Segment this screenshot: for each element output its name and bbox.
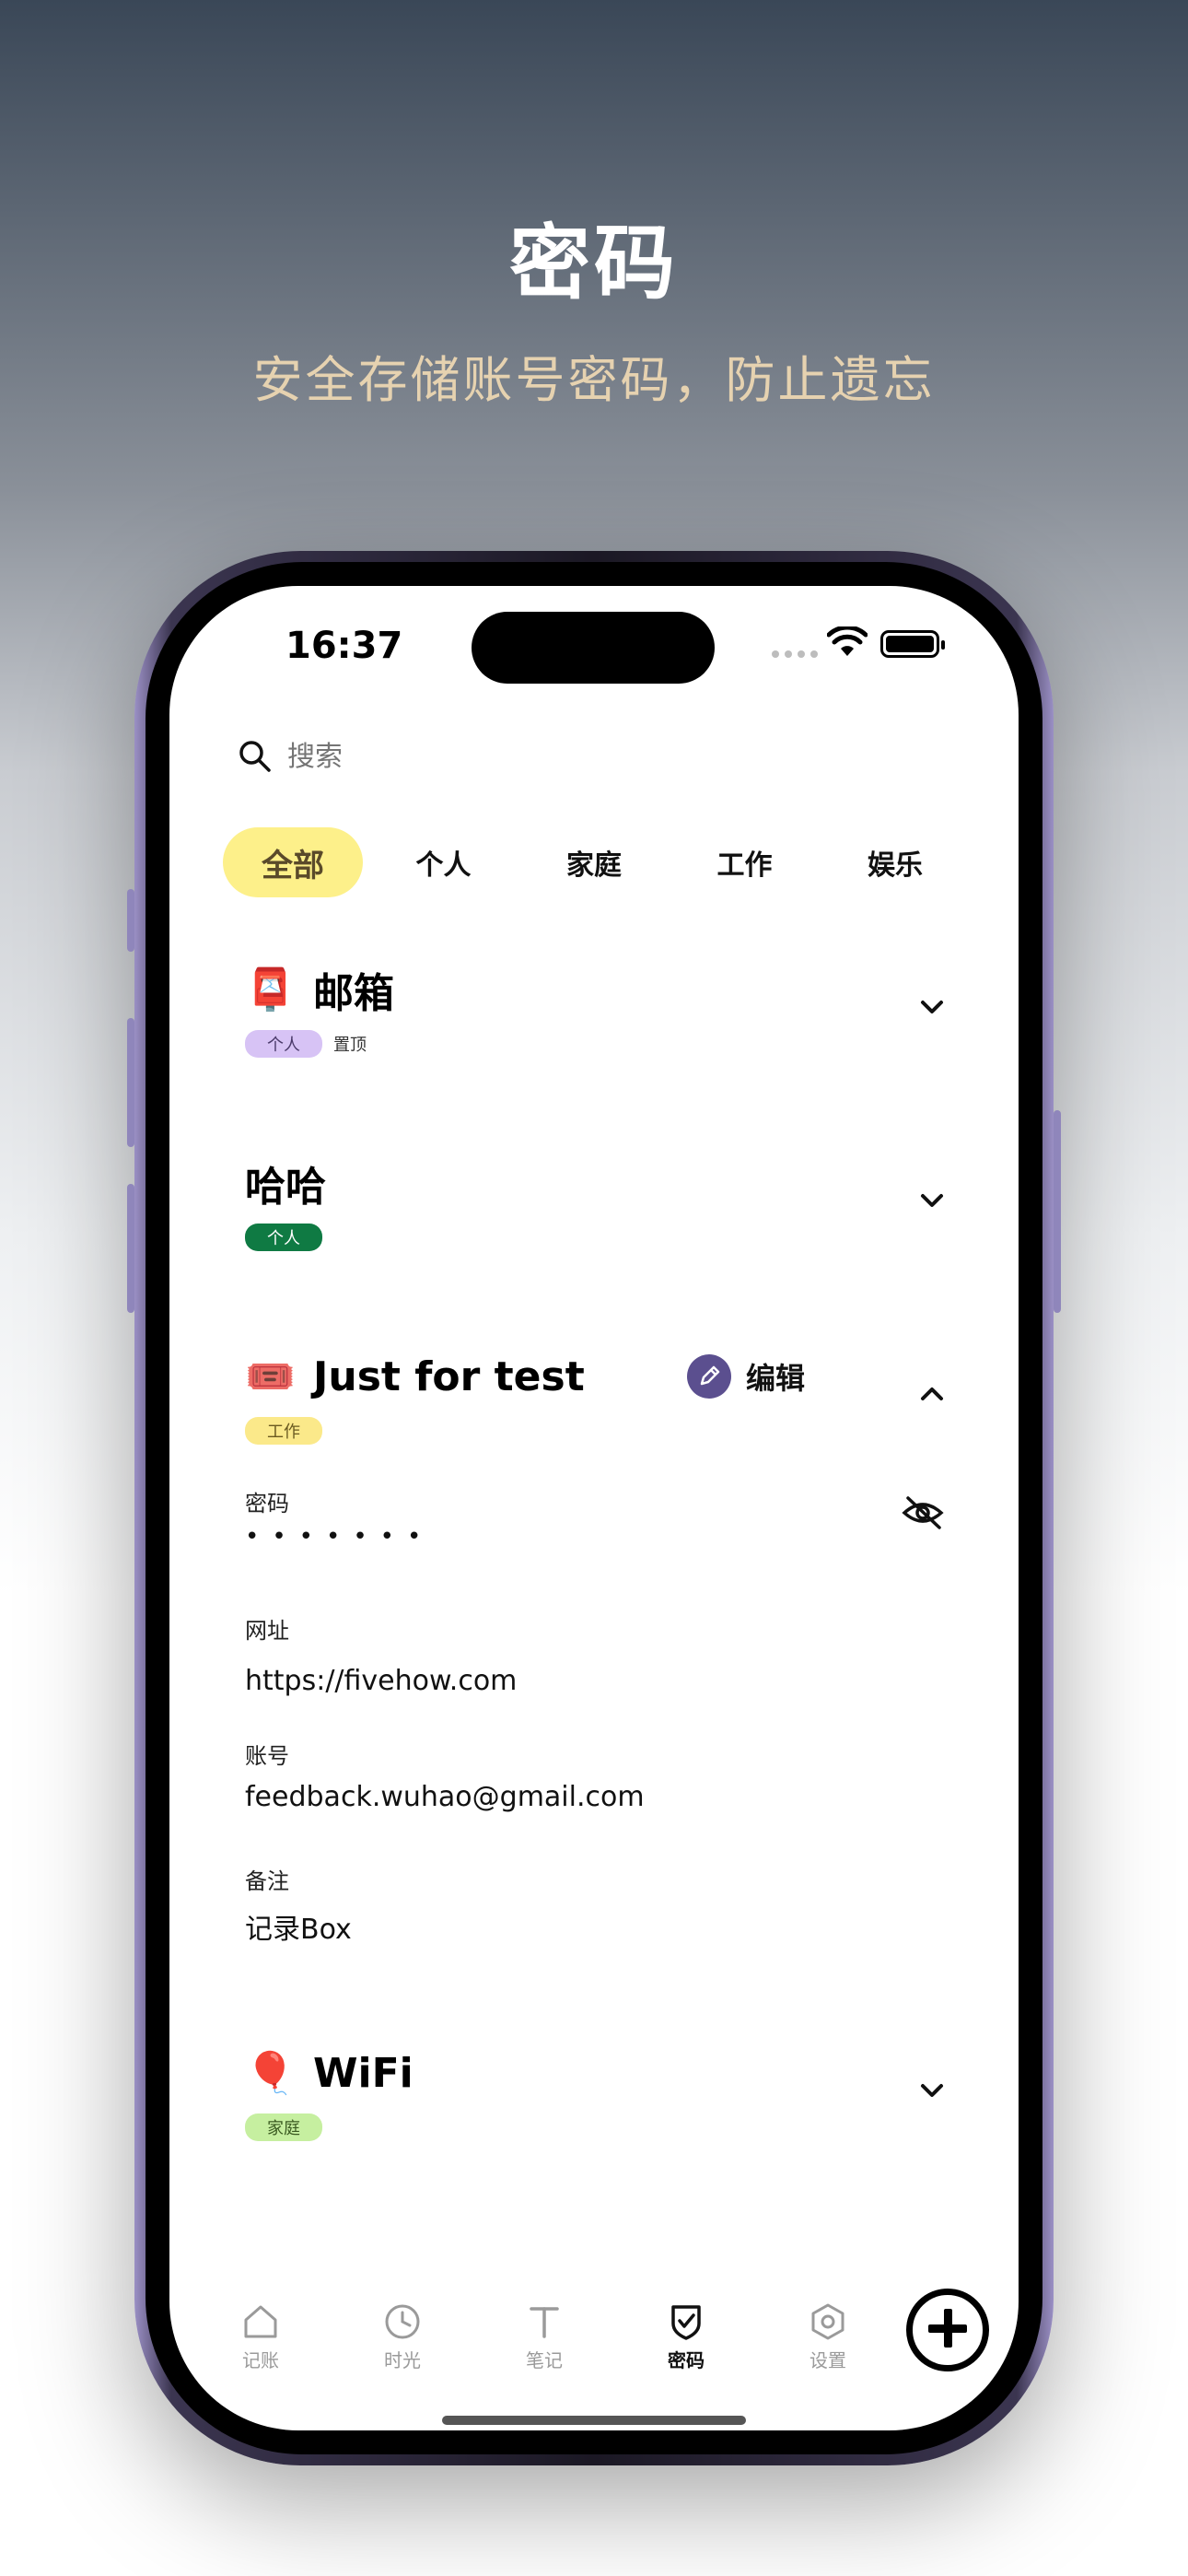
entry-card-wifi[interactable]: 🎈 WiFi 家庭 <box>245 2045 945 2141</box>
category-tag: 家庭 <box>245 2113 322 2141</box>
status-time: 16:37 <box>285 625 403 667</box>
wifi-icon <box>827 626 868 656</box>
tabbar-item-passwords[interactable]: 密码 <box>645 2301 728 2372</box>
ticket-icon: 🎟️ <box>245 1353 296 1400</box>
category-tag: 工作 <box>245 1417 322 1445</box>
shield-check-icon <box>671 2305 701 2340</box>
cellular-icon <box>772 650 818 658</box>
url-value[interactable]: https://fivehow.com <box>245 1665 517 1697</box>
entry-card-email[interactable]: 📮 邮箱 个人 置顶 <box>245 962 945 1058</box>
tab-personal[interactable]: 个人 <box>374 827 514 897</box>
tab-family[interactable]: 家庭 <box>524 827 664 897</box>
entry-title: 哈哈 <box>245 1164 326 1211</box>
note-label: 备注 <box>245 1868 289 1894</box>
home-indicator <box>442 2416 746 2425</box>
power-button <box>1054 1110 1061 1313</box>
entry-title: Just for test <box>313 1352 585 1400</box>
account-value[interactable]: feedback.wuhao@gmail.com <box>245 1781 645 1813</box>
tab-entertainment[interactable]: 娱乐 <box>825 827 965 897</box>
chevron-up-icon[interactable] <box>919 1386 945 1402</box>
eye-off-icon[interactable] <box>901 1494 945 1531</box>
volume-up-button <box>127 1018 134 1147</box>
battery-icon <box>880 630 945 658</box>
tab-all[interactable]: 全部 <box>223 827 363 897</box>
dynamic-island <box>472 612 715 684</box>
action-button <box>127 889 134 952</box>
entry-card-haha[interactable]: 哈哈 个人 <box>245 1155 945 1251</box>
password-label: 密码 <box>245 1491 289 1516</box>
text-icon <box>530 2307 559 2338</box>
password-value: ••••••• <box>245 1523 435 1551</box>
chevron-down-icon[interactable] <box>919 2082 945 2099</box>
tabbar-label: 密码 <box>668 2349 705 2371</box>
category-tag: 个人 <box>245 1030 322 1058</box>
hexagon-settings-icon <box>811 2303 844 2340</box>
tabbar-label: 设置 <box>809 2349 846 2371</box>
app-screen: 16:37 全部 个人 家庭 工作 娱乐 📮 邮箱 个人 置顶 <box>169 586 1019 2430</box>
edit-label: 编辑 <box>746 1361 806 1396</box>
chevron-down-icon[interactable] <box>919 999 945 1015</box>
pinned-label: 置顶 <box>333 1036 367 1055</box>
search-icon <box>239 741 271 772</box>
entry-title: 邮箱 <box>313 970 394 1017</box>
tabbar-item-notes[interactable]: 笔记 <box>503 2301 586 2372</box>
plus-circle-icon[interactable] <box>906 2289 989 2371</box>
entry-title: WiFi <box>313 2049 413 2097</box>
url-label: 网址 <box>245 1618 289 1644</box>
home-icon <box>244 2305 277 2338</box>
category-tag: 个人 <box>245 1224 322 1251</box>
tabbar-label: 笔记 <box>526 2349 563 2371</box>
tabbar-label: 记账 <box>242 2349 279 2371</box>
tabbar-item-timeline[interactable]: 时光 <box>361 2301 444 2372</box>
hero-subtitle: 安全存储账号密码，防止遗忘 <box>252 351 936 409</box>
account-label: 账号 <box>245 1743 289 1769</box>
note-value: 记录Box <box>245 1914 352 1946</box>
chevron-down-icon[interactable] <box>919 1192 945 1209</box>
clock-icon <box>385 2304 420 2339</box>
tab-work[interactable]: 工作 <box>675 827 815 897</box>
volume-down-button <box>127 1184 134 1313</box>
edit-button[interactable]: 编辑 <box>687 1354 805 1399</box>
search-input[interactable] <box>287 740 564 773</box>
entry-card-just-for-test[interactable]: 🎟️ Just for test 工作 编辑 密码 ••••••• 网址 htt… <box>245 1349 945 1957</box>
balloon-icon: 🎈 <box>245 2050 296 2097</box>
tabbar-label: 时光 <box>384 2349 421 2371</box>
bottom-tab-bar: 记账 时光 笔记 密码 设置 <box>206 2294 982 2405</box>
tabbar-item-bookkeeping[interactable]: 记账 <box>219 2301 302 2372</box>
tabbar-item-settings[interactable]: 设置 <box>786 2301 869 2372</box>
postbox-icon: 📮 <box>245 966 296 1013</box>
category-tabs: 全部 个人 家庭 工作 娱乐 <box>223 827 965 897</box>
hero-title: 密码 <box>508 216 679 310</box>
pencil-icon <box>687 1354 731 1399</box>
search-bar[interactable] <box>238 739 564 774</box>
